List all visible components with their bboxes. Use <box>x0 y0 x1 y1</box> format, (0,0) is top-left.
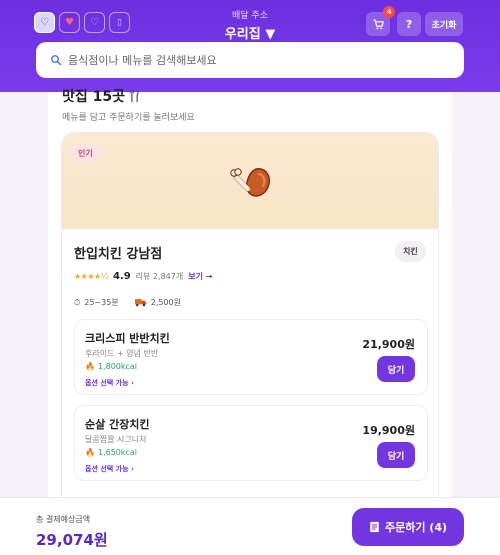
review-link[interactable]: 보기 → <box>188 271 212 282</box>
store-card[interactable]: 인기 한입치킨 강남점 치킨 ★★★★½ 4.9 리뷰 2,847개 보기 → … <box>61 132 439 512</box>
filter-chip-heart-active[interactable]: ♡ <box>34 12 55 33</box>
section-subtitle: 메뉴를 담고 주문하기를 눌러보세요 <box>62 113 195 123</box>
menu-item-name: 순살 간장치킨 <box>85 418 150 431</box>
star-rating: ★★★★½ <box>74 272 108 281</box>
delivery-time: 25~35분 <box>84 298 119 307</box>
address-selector[interactable]: 배달 주소 우리집 ▼ <box>200 8 300 42</box>
menu-item[interactable]: 순살 간장치킨 달콤짭짤 시그니처 🔥 1,650kcal 옵션 선택 가능 ›… <box>74 405 428 481</box>
order-button[interactable]: 주문하기 (4) <box>352 508 464 546</box>
delivery-fee: 2,500원 <box>150 298 181 307</box>
section-title: 맛집 15곳 <box>62 86 140 106</box>
rating-row: ★★★★½ 4.9 리뷰 2,847개 보기 → <box>74 271 212 282</box>
order-footer: 총 결제예상금액 29,074원 주문하기 (4) <box>0 497 500 555</box>
cart-icon <box>373 19 384 29</box>
filter-chip-heart-blue[interactable]: ♡ <box>84 12 105 33</box>
category-chip: 치킨 <box>395 241 426 262</box>
kcal-value: 1,800kcal <box>97 362 138 371</box>
section-title-text: 맛집 15곳 <box>62 89 125 105</box>
search-placeholder: 음식점이나 메뉴를 검색해보세요 <box>68 54 217 67</box>
total-value: 29,074원 <box>36 531 108 549</box>
add-to-cart-button[interactable]: 담기 <box>377 442 415 468</box>
menu-item-price: 19,900원 <box>362 424 415 437</box>
chicken-leg-icon <box>230 168 270 197</box>
cart-button[interactable]: 4 <box>366 6 395 36</box>
reset-button[interactable]: 초기화 <box>425 12 463 36</box>
clock-icon: ⏱ <box>74 297 81 307</box>
kcal-value: 1,650kcal <box>97 448 138 457</box>
review-count: 리뷰 2,847개 <box>135 272 184 281</box>
header-filter-chips: ♡ ♥ ♡ ▯ <box>34 12 130 33</box>
option-link[interactable]: 옵션 선택 가능 › <box>85 464 134 474</box>
heart-icon: ♡ <box>90 17 99 28</box>
address-label: 배달 주소 <box>232 11 268 21</box>
heart-icon: ♥ <box>65 17 74 28</box>
rating-value: 4.9 <box>112 271 131 282</box>
square-icon: ▯ <box>117 17 122 28</box>
total-label: 총 결제예상금액 <box>36 515 91 524</box>
receipt-icon <box>370 521 379 533</box>
popular-badge: 인기 <box>70 145 101 162</box>
help-button[interactable]: ? <box>397 12 421 36</box>
order-button-label: 주문하기 (4) <box>384 521 448 534</box>
store-hero: 인기 <box>62 133 438 229</box>
fire-icon: 🔥 <box>85 362 95 371</box>
option-link[interactable]: 옵션 선택 가능 › <box>85 378 134 388</box>
store-name[interactable]: 한입치킨 강남점 <box>74 243 162 262</box>
filter-chip-square[interactable]: ▯ <box>109 12 130 33</box>
add-to-cart-button[interactable]: 담기 <box>377 356 415 382</box>
filter-chip-heart-red[interactable]: ♥ <box>59 12 80 33</box>
fire-icon: 🔥 <box>85 448 95 457</box>
heart-icon: ♡ <box>40 17 49 28</box>
menu-item-kcal: 🔥 1,800kcal <box>85 362 137 371</box>
menu-item-kcal: 🔥 1,650kcal <box>85 448 137 457</box>
utensils-icon <box>129 89 139 103</box>
truck-icon <box>134 299 146 307</box>
menu-item-desc: 후라이드 + 양념 반반 <box>85 349 159 358</box>
delivery-meta: ⏱ 25~35분 2,500원 <box>74 297 181 308</box>
cart-count-badge: 4 <box>383 6 395 18</box>
address-value[interactable]: 우리집 ▼ <box>200 23 300 42</box>
search-icon <box>51 55 62 66</box>
search-bar[interactable]: 음식점이나 메뉴를 검색해보세요 <box>36 42 464 78</box>
menu-item-name: 크리스피 반반치킨 <box>85 332 170 345</box>
menu-item-price: 21,900원 <box>362 338 415 351</box>
app-header: ♡ ♥ ♡ ▯ 배달 주소 우리집 ▼ 4 ? 초기화 음식점이나 메뉴를 검색… <box>0 0 500 92</box>
menu-item-desc: 달콤짭짤 시그니처 <box>85 435 147 444</box>
menu-item[interactable]: 크리스피 반반치킨 후라이드 + 양념 반반 🔥 1,800kcal 옵션 선택… <box>74 319 428 395</box>
